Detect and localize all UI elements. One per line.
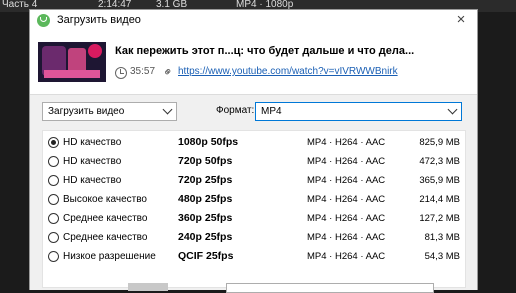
quality-radio[interactable] <box>48 232 59 243</box>
quality-size: 81,3 MB <box>424 232 460 243</box>
quality-label: HD качество <box>63 137 122 148</box>
video-duration: 35:57 <box>130 66 156 77</box>
quality-radio[interactable] <box>48 251 59 262</box>
link-icon: ⚭ <box>159 63 177 81</box>
quality-resolution: 360p 25fps <box>178 212 233 224</box>
quality-size: 365,9 MB <box>419 175 460 186</box>
video-info-panel: Как пережить этот п...ц: что будет дальш… <box>30 32 477 95</box>
format-dropdown[interactable]: MP4 <box>255 102 462 121</box>
quality-codec: MP4 · H264 · AAC <box>307 232 386 243</box>
quality-resolution: 240p 25fps <box>178 231 233 243</box>
chevron-down-icon <box>447 104 458 115</box>
action-dropdown-value: Загрузить видео <box>48 106 125 117</box>
quality-size: 825,9 MB <box>419 137 460 148</box>
action-dropdown[interactable]: Загрузить видео <box>42 102 177 121</box>
chevron-down-icon <box>162 104 173 115</box>
quality-label: HD качество <box>63 175 122 186</box>
quality-resolution: 1080p 50fps <box>178 136 239 148</box>
quality-radio[interactable] <box>48 194 59 205</box>
quality-radio[interactable] <box>48 137 59 148</box>
quality-row[interactable]: HD качество 1080p 50fps MP4 · H264 · AAC… <box>43 132 465 151</box>
close-button[interactable]: × <box>453 12 469 28</box>
quality-label: Низкое разрешение <box>63 251 156 262</box>
quality-codec: MP4 · H264 · AAC <box>307 175 386 186</box>
quality-codec: MP4 · H264 · AAC <box>307 194 386 205</box>
format-label: Формат: <box>216 105 255 116</box>
video-url-link[interactable]: https://www.youtube.com/watch?v=vIVRWWBn… <box>178 66 398 77</box>
quality-row[interactable]: Среднее качество 240p 25fps MP4 · H264 ·… <box>43 227 465 246</box>
quality-row[interactable]: Среднее качество 360p 25fps MP4 · H264 ·… <box>43 208 465 227</box>
quality-codec: MP4 · H264 · AAC <box>307 251 386 262</box>
quality-size: 214,4 MB <box>419 194 460 205</box>
quality-size: 472,3 MB <box>419 156 460 167</box>
quality-list: HD качество 1080p 50fps MP4 · H264 · AAC… <box>42 130 466 288</box>
quality-radio[interactable] <box>48 213 59 224</box>
clock-icon <box>115 67 127 79</box>
app-logo-icon <box>37 14 50 27</box>
quality-row[interactable]: HD качество 720p 50fps MP4 · H264 · AAC … <box>43 151 465 170</box>
quality-codec: MP4 · H264 · AAC <box>307 213 386 224</box>
quality-radio[interactable] <box>48 175 59 186</box>
quality-row[interactable]: HD качество 720p 25fps MP4 · H264 · AAC … <box>43 170 465 189</box>
quality-resolution: QCIF 25fps <box>178 250 234 262</box>
quality-row[interactable]: Высокое качество 480p 25fps MP4 · H264 ·… <box>43 189 465 208</box>
quality-resolution: 720p 25fps <box>178 174 233 186</box>
quality-label: Высокое качество <box>63 194 147 205</box>
quality-radio[interactable] <box>48 156 59 167</box>
quality-resolution: 720p 50fps <box>178 155 233 167</box>
download-dialog: Загрузить видео × Как пережить этот п...… <box>29 9 478 290</box>
quality-codec: MP4 · H264 · AAC <box>307 137 386 148</box>
dialog-title: Загрузить видео <box>57 14 141 26</box>
video-thumbnail <box>38 42 106 82</box>
quality-label: HD качество <box>63 156 122 167</box>
quality-label: Среднее качество <box>63 213 148 224</box>
quality-size: 127,2 MB <box>419 213 460 224</box>
quality-label: Среднее качество <box>63 232 148 243</box>
dialog-titlebar: Загрузить видео × <box>30 10 477 32</box>
bottom-option-field[interactable] <box>226 283 434 293</box>
video-title: Как пережить этот п...ц: что будет дальш… <box>115 45 415 57</box>
quality-resolution: 480p 25fps <box>178 193 233 205</box>
quality-size: 54,3 MB <box>424 251 460 262</box>
quality-codec: MP4 · H264 · AAC <box>307 156 386 167</box>
quality-row[interactable]: Низкое разрешение QCIF 25fps MP4 · H264 … <box>43 246 465 265</box>
format-dropdown-value: MP4 <box>261 106 282 117</box>
